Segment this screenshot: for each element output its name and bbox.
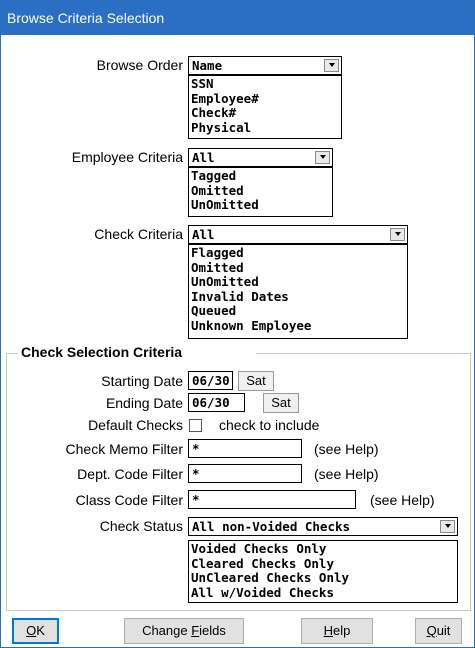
ok-accel: O <box>26 623 37 638</box>
title-bar[interactable]: Browse Criteria Selection <box>1 1 474 35</box>
employee-criteria-label: Employee Criteria <box>71 149 183 165</box>
check-memo-filter-label: Check Memo Filter <box>65 441 183 457</box>
quit-accel: Q <box>426 623 437 638</box>
group-border <box>470 353 471 611</box>
ending-date-sat-button[interactable]: Sat <box>263 393 299 413</box>
ending-date-label: Ending Date <box>105 395 183 411</box>
list-item[interactable]: Check# <box>191 105 339 121</box>
list-item[interactable]: Physical <box>191 120 339 136</box>
default-checks-label: Default Checks <box>88 417 183 433</box>
employee-criteria-list[interactable]: Tagged Omitted UnOmitted <box>188 167 333 217</box>
check-criteria-list[interactable]: Flagged Omitted UnOmitted Invalid Dates … <box>188 244 408 339</box>
list-item[interactable]: Flagged <box>191 245 405 261</box>
group-border <box>256 353 470 354</box>
browse-order-label: Browse Order <box>96 57 183 73</box>
check-status-dropdown[interactable]: All non-Voided Checks <box>188 517 458 536</box>
group-border <box>6 353 7 611</box>
dept-code-filter-help: (see Help) <box>314 466 379 482</box>
browse-order-list[interactable]: SSN Employee# Check# Physical <box>188 75 342 139</box>
quit-label-rest: uit <box>436 623 451 638</box>
default-checks-checkbox[interactable] <box>189 419 202 432</box>
check-memo-filter-value: * <box>192 441 200 456</box>
browse-order-selected: Name <box>192 58 223 73</box>
ending-date-field[interactable]: 06/30 <box>188 393 245 412</box>
browse-criteria-window: Browse Criteria Selection Browse Order N… <box>0 0 475 648</box>
change-fields-accel: F <box>191 623 200 638</box>
check-status-label: Check Status <box>99 518 183 534</box>
employee-criteria-selected: All <box>192 150 215 165</box>
list-item[interactable]: SSN <box>191 76 339 92</box>
check-status-list[interactable]: Voided Checks Only Cleared Checks Only U… <box>188 540 458 603</box>
dept-code-filter-label: Dept. Code Filter <box>77 466 183 482</box>
list-item[interactable]: UnCleared Checks Only <box>191 570 455 586</box>
class-code-filter-value: * <box>192 492 200 507</box>
help-button[interactable]: Help <box>301 618 373 644</box>
class-code-filter-label: Class Code Filter <box>75 492 183 508</box>
group-border <box>6 353 18 354</box>
starting-date-label: Starting Date <box>101 373 183 389</box>
help-accel: H <box>323 623 334 638</box>
list-item[interactable]: Cleared Checks Only <box>191 556 455 572</box>
browse-order-dropdown[interactable]: Name <box>188 56 342 75</box>
list-item[interactable]: Tagged <box>191 168 330 184</box>
dept-code-filter-value: * <box>192 466 200 481</box>
list-item[interactable]: Unknown Employee <box>191 318 405 334</box>
chevron-down-icon[interactable] <box>390 228 405 241</box>
check-memo-filter-input[interactable]: * <box>188 439 302 458</box>
check-criteria-selected: All <box>192 227 215 242</box>
list-item[interactable]: Omitted <box>191 183 330 199</box>
check-criteria-dropdown[interactable]: All <box>188 225 408 244</box>
change-fields-button[interactable]: Change Fields <box>124 618 244 644</box>
class-code-filter-help: (see Help) <box>370 492 435 508</box>
check-memo-filter-help: (see Help) <box>314 441 379 457</box>
help-label-rest: elp <box>333 623 351 638</box>
ok-label-rest: K <box>36 623 45 638</box>
list-item[interactable]: Queued <box>191 303 405 319</box>
chevron-down-icon[interactable] <box>440 520 455 533</box>
list-item[interactable]: Employee# <box>191 91 339 107</box>
check-criteria-label: Check Criteria <box>94 226 183 242</box>
employee-criteria-dropdown[interactable]: All <box>188 148 333 167</box>
list-item[interactable]: Invalid Dates <box>191 289 405 305</box>
class-code-filter-input[interactable]: * <box>188 490 356 509</box>
list-item[interactable]: UnOmitted <box>191 274 405 290</box>
group-border <box>6 610 471 611</box>
chevron-down-icon[interactable] <box>324 59 339 72</box>
window-title: Browse Criteria Selection <box>7 10 165 26</box>
ok-button[interactable]: OK <box>12 618 59 644</box>
change-fields-label-rest: ields <box>199 623 226 638</box>
list-item[interactable]: UnOmitted <box>191 197 330 213</box>
quit-button[interactable]: Quit <box>415 618 462 644</box>
default-checks-text: check to include <box>219 417 320 433</box>
change-fields-label-pre: Change <box>142 623 192 638</box>
dept-code-filter-input[interactable]: * <box>188 464 302 483</box>
starting-date-value: 06/30 <box>192 373 230 388</box>
starting-date-field[interactable]: 06/30 <box>188 371 233 390</box>
check-status-selected: All non-Voided Checks <box>192 519 351 534</box>
chevron-down-icon[interactable] <box>315 151 330 164</box>
ending-date-value: 06/30 <box>192 395 230 410</box>
starting-date-sat-button[interactable]: Sat <box>238 371 274 391</box>
group-title: Check Selection Criteria <box>21 344 183 360</box>
list-item[interactable]: All w/Voided Checks <box>191 585 455 601</box>
list-item[interactable]: Omitted <box>191 260 405 276</box>
list-item[interactable]: Voided Checks Only <box>191 541 455 557</box>
